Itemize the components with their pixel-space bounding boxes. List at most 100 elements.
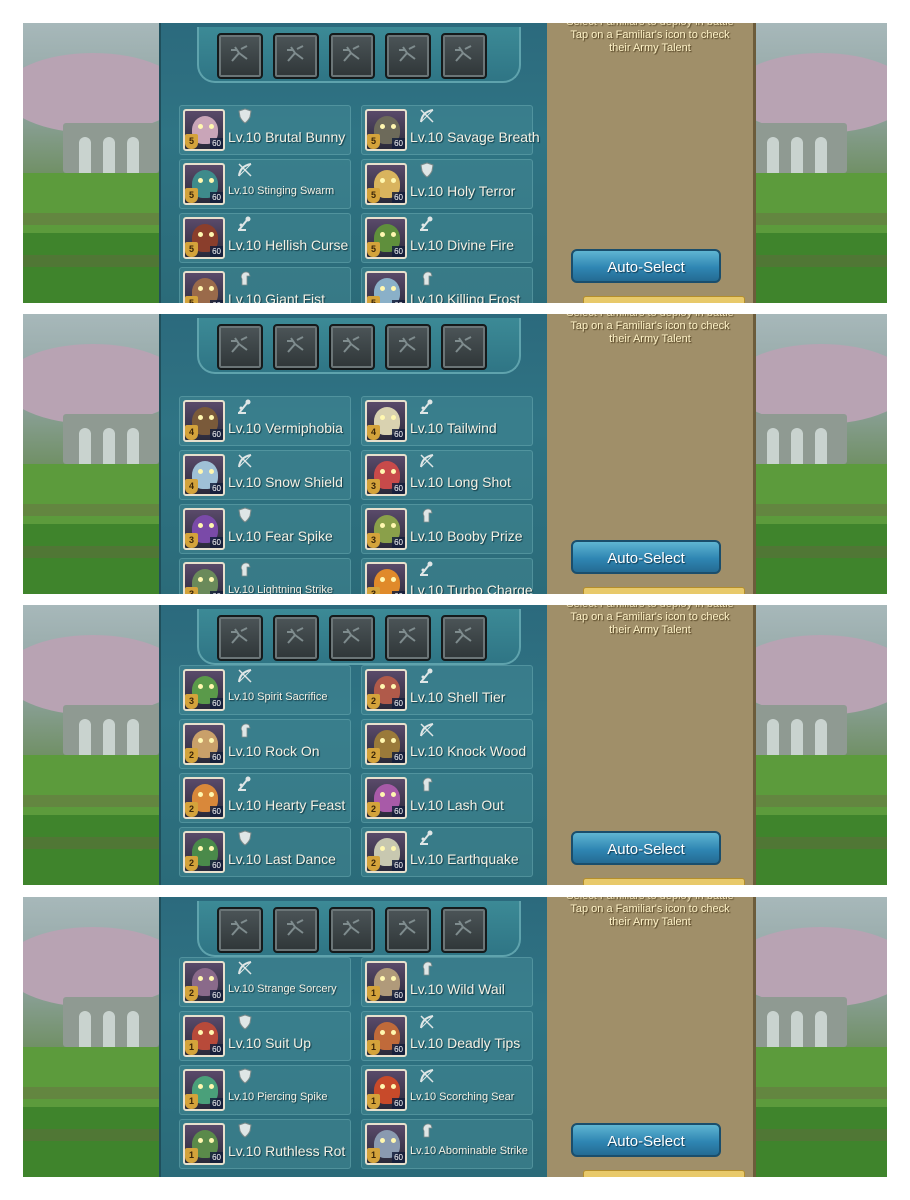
familiar-card[interactable]: 3 60 Lv.10 Lightning Strike <box>179 558 351 594</box>
familiar-card[interactable]: 3 60 Lv.10 Long Shot <box>361 450 533 500</box>
familiar-name: Lv.10 Lightning Strike <box>228 584 333 594</box>
familiar-portrait[interactable]: 5 60 <box>183 217 225 259</box>
empty-familiar-slot[interactable] <box>273 33 319 79</box>
empty-familiar-slot[interactable] <box>217 324 263 370</box>
familiar-card[interactable]: 3 60 Lv.10 Booby Prize <box>361 504 533 554</box>
empty-familiar-slot[interactable] <box>385 615 431 661</box>
familiar-portrait[interactable]: 1 60 <box>183 1015 225 1057</box>
battle-button-edge[interactable] <box>583 296 745 303</box>
empty-familiar-slot[interactable] <box>385 33 431 79</box>
familiar-card[interactable]: 5 60 Lv.10 Savage Breath <box>361 105 540 155</box>
familiar-card[interactable]: 5 60 Lv.10 Holy Terror <box>361 159 533 209</box>
familiar-portrait[interactable]: 5 60 <box>183 163 225 205</box>
familiar-card[interactable]: 2 60 Lv.10 Last Dance <box>179 827 351 877</box>
auto-select-button[interactable]: Auto-Select <box>571 540 721 574</box>
familiar-portrait[interactable]: 3 60 <box>365 508 407 550</box>
empty-familiar-slot[interactable] <box>329 324 375 370</box>
familiar-card[interactable]: 5 60 Lv.10 Stinging Swarm <box>179 159 351 209</box>
empty-familiar-slot[interactable] <box>441 615 487 661</box>
familiar-portrait[interactable]: 2 60 <box>183 777 225 819</box>
familiar-card[interactable]: 1 60 Lv.10 Wild Wail <box>361 957 533 1007</box>
familiar-portrait[interactable]: 5 60 <box>183 109 225 151</box>
familiar-card[interactable]: 1 60 Lv.10 Ruthless Rot <box>179 1119 351 1169</box>
familiar-portrait[interactable]: 2 60 <box>365 723 407 765</box>
familiar-card[interactable]: 2 60 Lv.10 Strange Sorcery <box>179 957 351 1007</box>
empty-familiar-slot[interactable] <box>273 615 319 661</box>
familiar-card[interactable]: 3 60 Lv.10 Turbo Charge <box>361 558 533 594</box>
familiar-portrait[interactable]: 4 60 <box>183 400 225 442</box>
empty-familiar-slot[interactable] <box>385 907 431 953</box>
familiar-portrait[interactable]: 2 60 <box>183 961 225 1003</box>
familiar-card[interactable]: 3 60 Lv.10 Spirit Sacrifice <box>179 665 351 715</box>
empty-familiar-slot[interactable] <box>441 33 487 79</box>
familiar-portrait[interactable]: 3 60 <box>183 508 225 550</box>
empty-familiar-slot[interactable] <box>273 907 319 953</box>
familiar-portrait[interactable]: 5 60 <box>183 271 225 303</box>
familiar-portrait[interactable]: 5 60 <box>365 217 407 259</box>
familiar-portrait[interactable]: 2 60 <box>365 831 407 873</box>
familiar-card[interactable]: 5 60 Lv.10 Hellish Curse <box>179 213 351 263</box>
familiar-portrait[interactable]: 5 60 <box>365 271 407 303</box>
familiar-portrait[interactable]: 3 60 <box>365 454 407 496</box>
familiar-portrait[interactable]: 1 60 <box>183 1123 225 1165</box>
familiar-card[interactable]: 5 60 Lv.10 Divine Fire <box>361 213 533 263</box>
familiar-card[interactable]: 1 60 Lv.10 Suit Up <box>179 1011 351 1061</box>
battle-button-edge[interactable] <box>583 587 745 594</box>
familiar-card[interactable]: 4 60 Lv.10 Snow Shield <box>179 450 351 500</box>
familiar-portrait[interactable]: 3 60 <box>183 562 225 594</box>
familiar-portrait[interactable]: 2 60 <box>183 831 225 873</box>
familiar-portrait[interactable]: 4 60 <box>365 400 407 442</box>
familiar-eye <box>391 1084 396 1089</box>
battle-button-edge[interactable] <box>583 1170 745 1177</box>
empty-familiar-slot[interactable] <box>385 324 431 370</box>
empty-familiar-slot[interactable] <box>217 615 263 661</box>
familiar-name: Lv.10 Divine Fire <box>410 237 515 253</box>
empty-familiar-slot[interactable] <box>441 907 487 953</box>
auto-select-button[interactable]: Auto-Select <box>571 1123 721 1157</box>
familiar-portrait[interactable]: 3 60 <box>183 669 225 711</box>
familiar-card[interactable]: 5 60 Lv.10 Killing Frost <box>361 267 533 303</box>
empty-familiar-slot[interactable] <box>217 907 263 953</box>
wall-arch <box>127 719 139 755</box>
familiar-card[interactable]: 5 60 Lv.10 Giant Fist <box>179 267 351 303</box>
familiar-card[interactable]: 2 60 Lv.10 Earthquake <box>361 827 533 877</box>
familiar-card[interactable]: 3 60 Lv.10 Fear Spike <box>179 504 351 554</box>
familiar-card[interactable]: 1 60 Lv.10 Scorching Sear <box>361 1065 533 1115</box>
empty-familiar-slot[interactable] <box>273 324 319 370</box>
auto-select-button[interactable]: Auto-Select <box>571 831 721 865</box>
familiar-card[interactable]: 2 60 Lv.10 Rock On <box>179 719 351 769</box>
battle-button-edge[interactable] <box>583 878 745 885</box>
empty-familiar-slot[interactable] <box>217 33 263 79</box>
familiar-card[interactable]: 1 60 Lv.10 Deadly Tips <box>361 1011 533 1061</box>
familiar-card[interactable]: 1 60 Lv.10 Abominable Strike <box>361 1119 533 1169</box>
familiar-card[interactable]: 1 60 Lv.10 Piercing Spike <box>179 1065 351 1115</box>
familiar-portrait[interactable]: 2 60 <box>365 777 407 819</box>
empty-familiar-slot[interactable] <box>329 907 375 953</box>
familiar-portrait[interactable]: 1 60 <box>365 961 407 1003</box>
familiar-portrait[interactable]: 4 60 <box>183 454 225 496</box>
star-rank-badge: 5 <box>367 188 380 203</box>
familiar-portrait[interactable]: 2 60 <box>365 669 407 711</box>
familiar-portrait[interactable]: 3 60 <box>365 562 407 594</box>
familiar-card[interactable]: 2 60 Lv.10 Knock Wood <box>361 719 533 769</box>
familiar-name: Lv.10 Booby Prize <box>410 528 523 544</box>
familiar-portrait[interactable]: 1 60 <box>365 1069 407 1111</box>
empty-familiar-slot[interactable] <box>441 324 487 370</box>
familiar-card[interactable]: 4 60 Lv.10 Vermiphobia <box>179 396 351 446</box>
empty-familiar-slot[interactable] <box>329 615 375 661</box>
familiar-portrait[interactable]: 5 60 <box>365 109 407 151</box>
familiar-card[interactable]: 2 60 Lv.10 Shell Tier <box>361 665 533 715</box>
familiar-portrait[interactable]: 1 60 <box>365 1123 407 1165</box>
familiar-card[interactable]: 5 60 Lv.10 Brutal Bunny <box>179 105 351 155</box>
familiar-portrait[interactable]: 2 60 <box>183 723 225 765</box>
familiar-card[interactable]: 2 60 Lv.10 Hearty Feast <box>179 773 351 823</box>
auto-select-button[interactable]: Auto-Select <box>571 249 721 283</box>
familiar-portrait[interactable]: 1 60 <box>365 1015 407 1057</box>
empty-familiar-slot[interactable] <box>329 33 375 79</box>
familiar-portrait[interactable]: 5 60 <box>365 163 407 205</box>
familiar-card[interactable]: 4 60 Lv.10 Tailwind <box>361 396 533 446</box>
familiar-eye <box>209 976 214 981</box>
familiar-card[interactable]: 2 60 Lv.10 Lash Out <box>361 773 533 823</box>
familiar-portrait[interactable]: 1 60 <box>183 1069 225 1111</box>
star-rank-badge: 3 <box>185 533 198 548</box>
